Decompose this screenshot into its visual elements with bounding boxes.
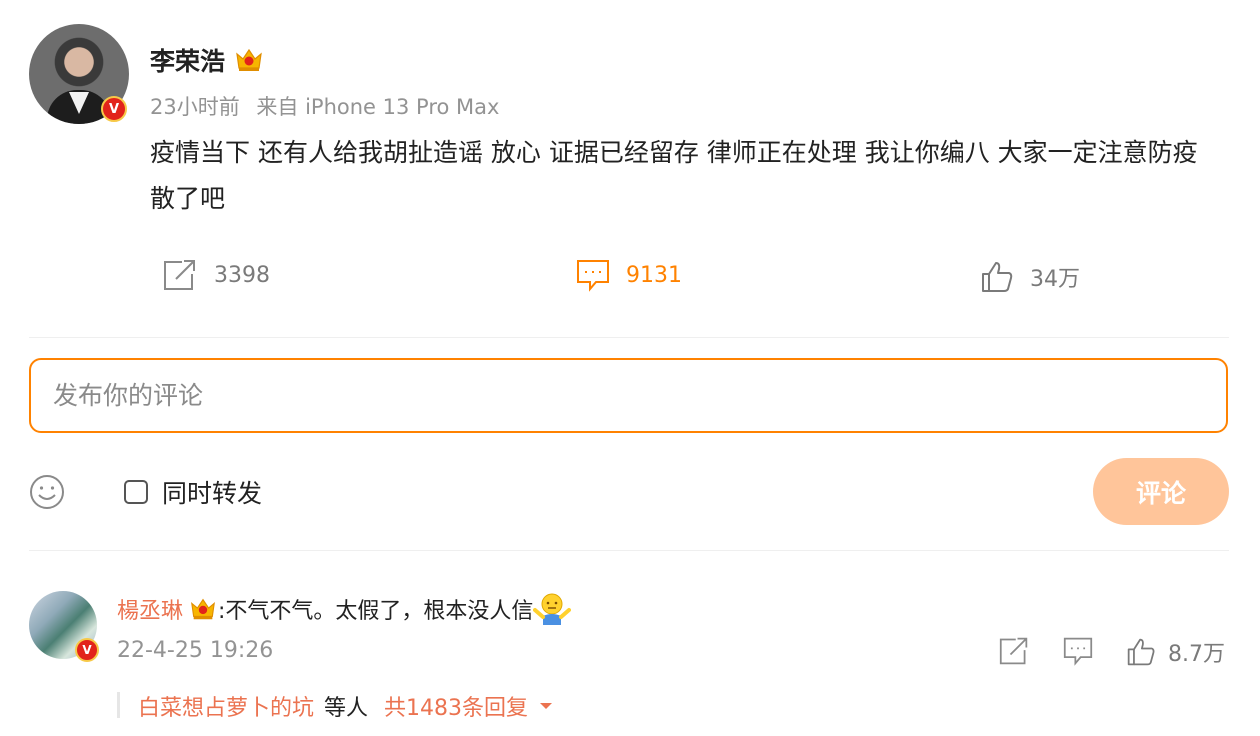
divider	[29, 337, 1229, 338]
commenter-verified-badge: V	[75, 638, 99, 662]
comment-text: :不气不气。太假了，根本没人信	[218, 599, 534, 624]
repost-icon	[999, 637, 1028, 665]
comment-content: 楊丞琳 :不气不气。太假了，根本没人信	[117, 592, 572, 626]
reply-indicator	[117, 692, 120, 718]
comment-icon	[1063, 637, 1093, 666]
comment-reply-button[interactable]	[1062, 636, 1094, 666]
like-icon	[982, 262, 1013, 292]
reply-etc-label: 等人	[324, 696, 369, 721]
post-author-name[interactable]: 李荣浩	[150, 47, 225, 76]
comment-count: 9131	[626, 262, 682, 288]
post-text: 疫情当下 还有人给我胡扯造谣 放心 证据已经留存 律师正在处理 我让你编八 大家…	[150, 138, 1198, 213]
verified-mark: V	[108, 101, 120, 117]
caret-down-icon	[540, 703, 553, 709]
comment-time: 22-4-25 19:26	[117, 638, 274, 663]
emoji-icon	[30, 475, 64, 509]
forward-toggle[interactable]: 同时转发	[124, 474, 262, 510]
comment-button[interactable]: 9131	[576, 258, 682, 292]
emoji-button[interactable]	[29, 474, 65, 510]
comment-icon	[577, 260, 609, 292]
reply-count-text: 共1483条回复	[384, 696, 529, 721]
reply-first-user[interactable]: 白菜想占萝卜的坑	[138, 690, 314, 722]
post-time[interactable]: 23小时前	[150, 95, 240, 119]
reply-count-link[interactable]: 共1483条回复	[384, 690, 556, 722]
comment-repost-button[interactable]	[998, 636, 1030, 666]
comment-like-button[interactable]: 8.7万	[1126, 636, 1225, 668]
divider	[29, 550, 1229, 551]
like-button[interactable]: 34万	[980, 260, 1080, 294]
forward-checkbox[interactable]	[124, 480, 148, 504]
like-icon	[1127, 638, 1155, 666]
submit-comment-button[interactable]: 评论	[1093, 458, 1229, 525]
repost-button[interactable]: 3398	[162, 258, 270, 292]
post-meta: 23小时前 来自 iPhone 13 Pro Max	[150, 91, 509, 121]
comment-like-count: 8.7万	[1168, 642, 1225, 667]
reply-summary: 白菜想占萝卜的坑 等人 共1483条回复	[138, 690, 556, 722]
like-count: 34万	[1030, 267, 1080, 292]
comment-input[interactable]	[29, 358, 1228, 433]
crown-icon	[189, 595, 217, 623]
verified-badge: V	[101, 96, 127, 122]
post-author-row: 李荣浩	[150, 42, 264, 81]
repost-count: 3398	[214, 262, 270, 288]
verified-mark: V	[82, 643, 92, 657]
forward-label: 同时转发	[162, 479, 263, 508]
crown-icon	[234, 45, 264, 81]
commenter-name[interactable]: 楊丞琳	[117, 593, 183, 625]
post-source: 来自 iPhone 13 Pro Max	[256, 95, 500, 119]
shrug-emoji-icon	[533, 592, 572, 626]
repost-icon	[164, 260, 195, 290]
